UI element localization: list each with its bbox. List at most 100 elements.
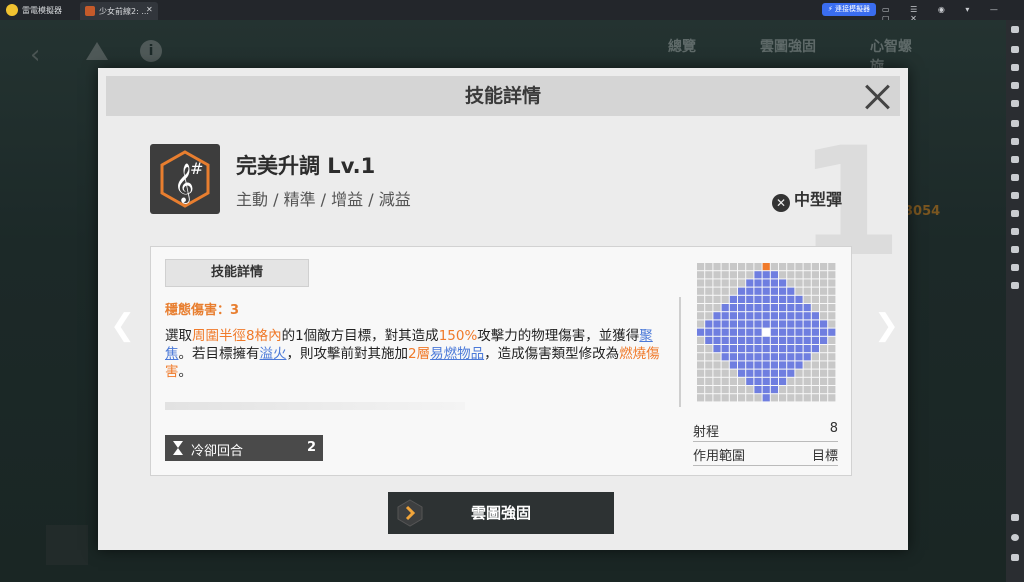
range-cell	[705, 295, 713, 303]
range-cell	[795, 320, 803, 328]
range-cell	[795, 328, 803, 336]
toolbar-home-icon[interactable]	[1011, 534, 1019, 541]
range-cell	[754, 386, 762, 394]
modal-header: 技能詳情	[106, 76, 900, 116]
range-cell	[820, 377, 828, 385]
range-cell	[738, 263, 746, 271]
prev-skill-arrow-icon[interactable]: ❮	[110, 308, 135, 343]
toolbar-sync-icon[interactable]	[1011, 210, 1019, 217]
range-cell	[762, 328, 770, 336]
toolbar-screenshot-icon[interactable]	[1011, 100, 1019, 107]
toolbar-multi-icon[interactable]	[1011, 156, 1019, 163]
range-cell	[820, 353, 828, 361]
range-cell	[762, 312, 770, 320]
range-cell	[738, 386, 746, 394]
close-icon[interactable]	[862, 82, 892, 112]
keyword-overflow-fire-link[interactable]: 溢火	[260, 346, 287, 362]
range-cell	[729, 345, 737, 353]
tab-cloud-reinforce[interactable]: 雲圖強固	[760, 36, 816, 56]
game-screen: ‹ i 總覽 雲圖強固 心智螺旋 3054 1 技能詳情 𝄞 # 完美升調 Lv…	[0, 20, 1006, 582]
range-cell	[762, 320, 770, 328]
range-cell	[779, 386, 787, 394]
range-cell	[729, 287, 737, 295]
cloud-reinforce-button[interactable]: 雲圖強固	[388, 492, 614, 534]
range-cell	[828, 361, 836, 369]
play-video-button[interactable]	[46, 525, 88, 565]
range-cell	[746, 328, 754, 336]
toolbar-video-icon[interactable]	[1011, 192, 1019, 199]
game-tab[interactable]: 少女前線2: ... ✕	[80, 2, 158, 20]
range-cell	[803, 361, 811, 369]
toolbar-apk-icon[interactable]	[1011, 138, 1019, 145]
svg-text:#: #	[190, 159, 203, 178]
description-scrollbar[interactable]	[679, 297, 681, 407]
range-cell	[803, 271, 811, 279]
range-cell	[828, 386, 836, 394]
range-cell	[705, 287, 713, 295]
range-cell	[705, 394, 713, 402]
emulator-logo-icon	[6, 4, 18, 16]
top-nav: 總覽 雲圖強固 心智螺旋	[630, 32, 920, 75]
toolbar-phone-icon[interactable]	[1011, 228, 1019, 235]
range-cell	[713, 304, 721, 312]
range-cell	[705, 345, 713, 353]
skill-name: 完美升調 Lv.1	[236, 154, 376, 178]
range-cell	[713, 287, 721, 295]
range-cell	[713, 263, 721, 271]
range-cell	[705, 328, 713, 336]
toolbar-record-icon[interactable]	[1011, 120, 1019, 127]
scope-value: 目標	[811, 449, 838, 464]
tab-close-icon[interactable]: ✕	[146, 5, 153, 14]
stable-damage: 穩態傷害：3	[165, 303, 240, 318]
next-skill-arrow-icon[interactable]: ❯	[874, 308, 899, 343]
range-cell	[779, 336, 787, 344]
range-cell	[803, 394, 811, 402]
toolbar-volume-down-icon[interactable]	[1011, 82, 1019, 89]
range-cell	[697, 295, 705, 303]
info-icon[interactable]: i	[140, 40, 162, 62]
range-cell	[705, 263, 713, 271]
range-cell	[811, 361, 819, 369]
range-cell	[795, 377, 803, 385]
range-cell	[721, 369, 729, 377]
range-cell	[762, 369, 770, 377]
skill-description: 選取周圍半徑8格內的1個敵方目標，對其造成150%攻擊力的物理傷害，並獲得聚焦。…	[165, 328, 660, 380]
tab-overview[interactable]: 總覽	[668, 36, 696, 56]
range-cell	[828, 304, 836, 312]
range-cell	[811, 386, 819, 394]
game-tab-label: 少女前線2: ...	[99, 7, 149, 16]
back-arrow-icon[interactable]: ‹	[30, 40, 40, 70]
range-cell	[754, 345, 762, 353]
range-cell	[746, 320, 754, 328]
toolbar-settings-icon[interactable]	[1011, 26, 1019, 33]
range-cell	[787, 377, 795, 385]
toolbar-folder-icon[interactable]	[1011, 246, 1019, 253]
range-cell	[746, 353, 754, 361]
range-cell	[754, 320, 762, 328]
range-cell	[828, 312, 836, 320]
toolbar-volume-up-icon[interactable]	[1011, 64, 1019, 71]
range-cell	[795, 304, 803, 312]
range-cell	[729, 304, 737, 312]
range-cell	[820, 386, 828, 394]
range-cell	[811, 312, 819, 320]
range-cell	[697, 361, 705, 369]
connect-emulator-button[interactable]: ⚡ 連接模擬器	[822, 3, 876, 16]
range-cell	[713, 369, 721, 377]
range-cell	[705, 377, 713, 385]
keyword-flammable-link[interactable]: 易燃物品	[430, 346, 484, 362]
drive-icon[interactable]	[86, 42, 108, 60]
detail-tab[interactable]: 技能詳情	[165, 259, 309, 287]
range-cell	[811, 394, 819, 402]
toolbar-keyboard-icon[interactable]	[1011, 46, 1019, 53]
range-cell	[754, 295, 762, 303]
toolbar-more-icon[interactable]	[1011, 282, 1019, 289]
range-cell	[770, 279, 778, 287]
toolbar-location-icon[interactable]	[1011, 264, 1019, 271]
toolbar-back-icon[interactable]	[1011, 514, 1019, 521]
toolbar-cut-icon[interactable]	[1011, 174, 1019, 181]
range-cell	[738, 394, 746, 402]
toolbar-recent-icon[interactable]	[1011, 554, 1019, 561]
range-cell	[705, 336, 713, 344]
range-cell	[787, 304, 795, 312]
